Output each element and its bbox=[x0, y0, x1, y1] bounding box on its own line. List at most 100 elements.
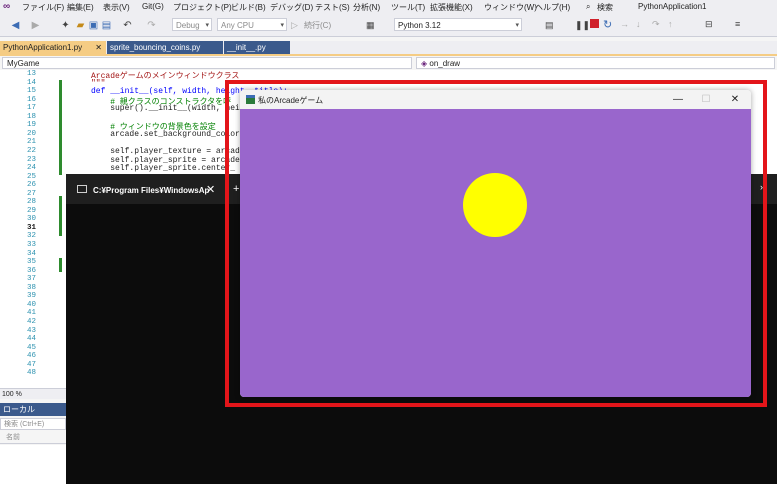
menu-file[interactable]: ファイル(F) bbox=[22, 2, 64, 13]
menu-extensions[interactable]: 拡張機能(X) bbox=[430, 2, 473, 13]
menu-analyze[interactable]: 分析(N) bbox=[353, 2, 380, 13]
window-layout-icon[interactable]: ▦ bbox=[366, 20, 375, 31]
stop-icon[interactable] bbox=[590, 19, 599, 28]
line-number: 25 bbox=[26, 172, 36, 181]
platform-select[interactable]: Any CPU ▾ bbox=[217, 18, 287, 31]
step-over-icon[interactable]: ↷ bbox=[652, 19, 660, 30]
configuration-select[interactable]: Debug ▾ bbox=[172, 18, 212, 31]
search-button[interactable]: 検索 bbox=[597, 2, 613, 13]
line-number: 47 bbox=[26, 360, 36, 369]
line-number: 21 bbox=[26, 138, 36, 147]
redo-icon[interactable]: ↷ bbox=[146, 20, 157, 31]
menu-git[interactable]: Git(G) bbox=[142, 2, 164, 11]
line-number: 43 bbox=[26, 326, 36, 335]
code-line[interactable]: self.player_sprite.center_ bbox=[91, 164, 235, 173]
step-next-icon[interactable]: → bbox=[620, 19, 629, 29]
line-number: 42 bbox=[26, 317, 36, 326]
menu-debug[interactable]: デバッグ(D) bbox=[270, 2, 313, 13]
restart-icon[interactable]: ↻ bbox=[603, 18, 612, 31]
menu-bar: ∞ ファイル(F) 編集(E) 表示(V) Git(G) プロジェクト(P) ビ… bbox=[0, 0, 777, 14]
tab-pythonapplication1[interactable]: PythonApplication1.py ✕ bbox=[0, 41, 106, 54]
menu-window[interactable]: ウィンドウ(W) bbox=[484, 2, 537, 13]
line-number: 38 bbox=[26, 283, 36, 292]
close-icon[interactable]: ✕ bbox=[95, 41, 102, 54]
change-indicator bbox=[59, 80, 62, 175]
locals-body bbox=[0, 445, 66, 484]
search-icon[interactable]: ⌕ bbox=[586, 2, 590, 12]
arcade-titlebar: 私のArcadeゲーム — ☐ ✕ bbox=[240, 90, 751, 109]
new-project-icon[interactable]: ✦ bbox=[60, 20, 71, 31]
line-number: 15 bbox=[26, 87, 36, 96]
maximize-icon[interactable]: ☐ bbox=[693, 92, 719, 107]
arcade-game-window[interactable]: 私のArcadeゲーム — ☐ ✕ bbox=[240, 90, 751, 397]
chevron-right-icon[interactable]: › bbox=[760, 182, 763, 192]
line-number: 16 bbox=[26, 95, 36, 104]
chevron-down-icon: ▾ bbox=[205, 22, 209, 29]
line-number: 48 bbox=[26, 369, 36, 378]
code-line[interactable]: Arcadeゲームのメインウィンドウクラス bbox=[91, 70, 239, 81]
locals-search-input[interactable]: 検索 (Ctrl+E) bbox=[0, 418, 66, 430]
close-icon[interactable]: ✕ bbox=[722, 92, 748, 107]
menu-test[interactable]: テスト(S) bbox=[315, 2, 350, 13]
arcade-window-title: 私のArcadeゲーム bbox=[258, 96, 324, 105]
line-number: 36 bbox=[26, 266, 36, 275]
line-number: 30 bbox=[26, 215, 36, 224]
game-canvas[interactable] bbox=[240, 109, 751, 397]
layout-icon[interactable]: ▤ bbox=[545, 20, 554, 31]
line-number: 18 bbox=[26, 112, 36, 121]
chevron-down-icon: ▾ bbox=[280, 22, 284, 29]
line-number: 32 bbox=[26, 232, 36, 241]
terminal-tab-title[interactable]: C:¥Program Files¥WindowsAp bbox=[93, 186, 209, 195]
arcade-app-icon bbox=[246, 95, 255, 104]
close-icon[interactable]: ✕ bbox=[206, 183, 215, 196]
menu-view[interactable]: 表示(V) bbox=[103, 2, 130, 13]
active-tab-strip bbox=[0, 54, 777, 56]
line-number: 14 bbox=[26, 78, 36, 87]
line-number: 34 bbox=[26, 249, 36, 258]
line-number: 27 bbox=[26, 189, 36, 198]
pause-icon[interactable]: ❚❚ bbox=[575, 20, 590, 31]
change-indicator bbox=[59, 196, 62, 236]
zoom-level[interactable]: 100 % bbox=[0, 388, 66, 399]
new-tab-icon[interactable]: + bbox=[233, 183, 239, 195]
code-line[interactable]: arcade.set_background_color(a bbox=[91, 130, 249, 139]
save-all-icon[interactable]: ▤ bbox=[101, 20, 112, 31]
step-into-icon[interactable]: ↓ bbox=[636, 19, 641, 29]
line-number: 31 bbox=[26, 223, 36, 232]
minimize-icon[interactable]: — bbox=[665, 92, 691, 107]
bookmark-icon[interactable]: ⊟ bbox=[705, 19, 713, 30]
open-folder-icon[interactable]: ▰ bbox=[75, 20, 86, 31]
menu-help[interactable]: ヘルプ(H) bbox=[535, 2, 570, 13]
menu-tools[interactable]: ツール(T) bbox=[391, 2, 425, 13]
line-number: 24 bbox=[26, 164, 36, 173]
undo-icon[interactable]: ↶ bbox=[122, 20, 133, 31]
line-number: 45 bbox=[26, 343, 36, 352]
back-icon[interactable]: ◀ bbox=[10, 20, 21, 31]
save-icon[interactable]: ▣ bbox=[88, 20, 99, 31]
continue-button[interactable]: 続行(C) bbox=[304, 20, 331, 31]
toolbar: ◀ ▶ ✦ ▰ ▣ ▤ ↶ ↷ bbox=[0, 14, 777, 37]
step-out-icon[interactable]: ↑ bbox=[668, 19, 673, 29]
tab-init[interactable]: __init__.py bbox=[224, 41, 290, 54]
chevron-down-icon: ▾ bbox=[515, 22, 519, 29]
line-number: 19 bbox=[26, 121, 36, 130]
menu-edit[interactable]: 編集(E) bbox=[67, 2, 94, 13]
solution-name: PythonApplication1 bbox=[638, 2, 707, 11]
line-number: 40 bbox=[26, 300, 36, 309]
tab-sprite-bouncing-coins[interactable]: sprite_bouncing_coins.py bbox=[107, 41, 223, 54]
code-line[interactable]: super().__init__(width, heigh bbox=[91, 104, 249, 113]
visual-studio-logo-icon: ∞ bbox=[3, 1, 11, 12]
comment-icon[interactable]: ≡ bbox=[735, 19, 740, 29]
forward-icon[interactable]: ▶ bbox=[30, 20, 41, 31]
locals-panel-title: ローカル bbox=[0, 403, 66, 416]
line-number: 46 bbox=[26, 352, 36, 361]
line-number: 20 bbox=[26, 129, 36, 138]
continue-icon[interactable]: ▷ bbox=[291, 20, 298, 31]
line-number: 22 bbox=[26, 146, 36, 155]
member-selector[interactable]: ◈ on_draw bbox=[416, 57, 775, 69]
python-environment-select[interactable]: Python 3.12 ▾ bbox=[394, 18, 522, 31]
class-selector[interactable]: MyGame bbox=[2, 57, 412, 69]
line-number: 23 bbox=[26, 155, 36, 164]
menu-project[interactable]: プロジェクト(P) bbox=[173, 2, 232, 13]
menu-build[interactable]: ビルド(B) bbox=[231, 2, 266, 13]
